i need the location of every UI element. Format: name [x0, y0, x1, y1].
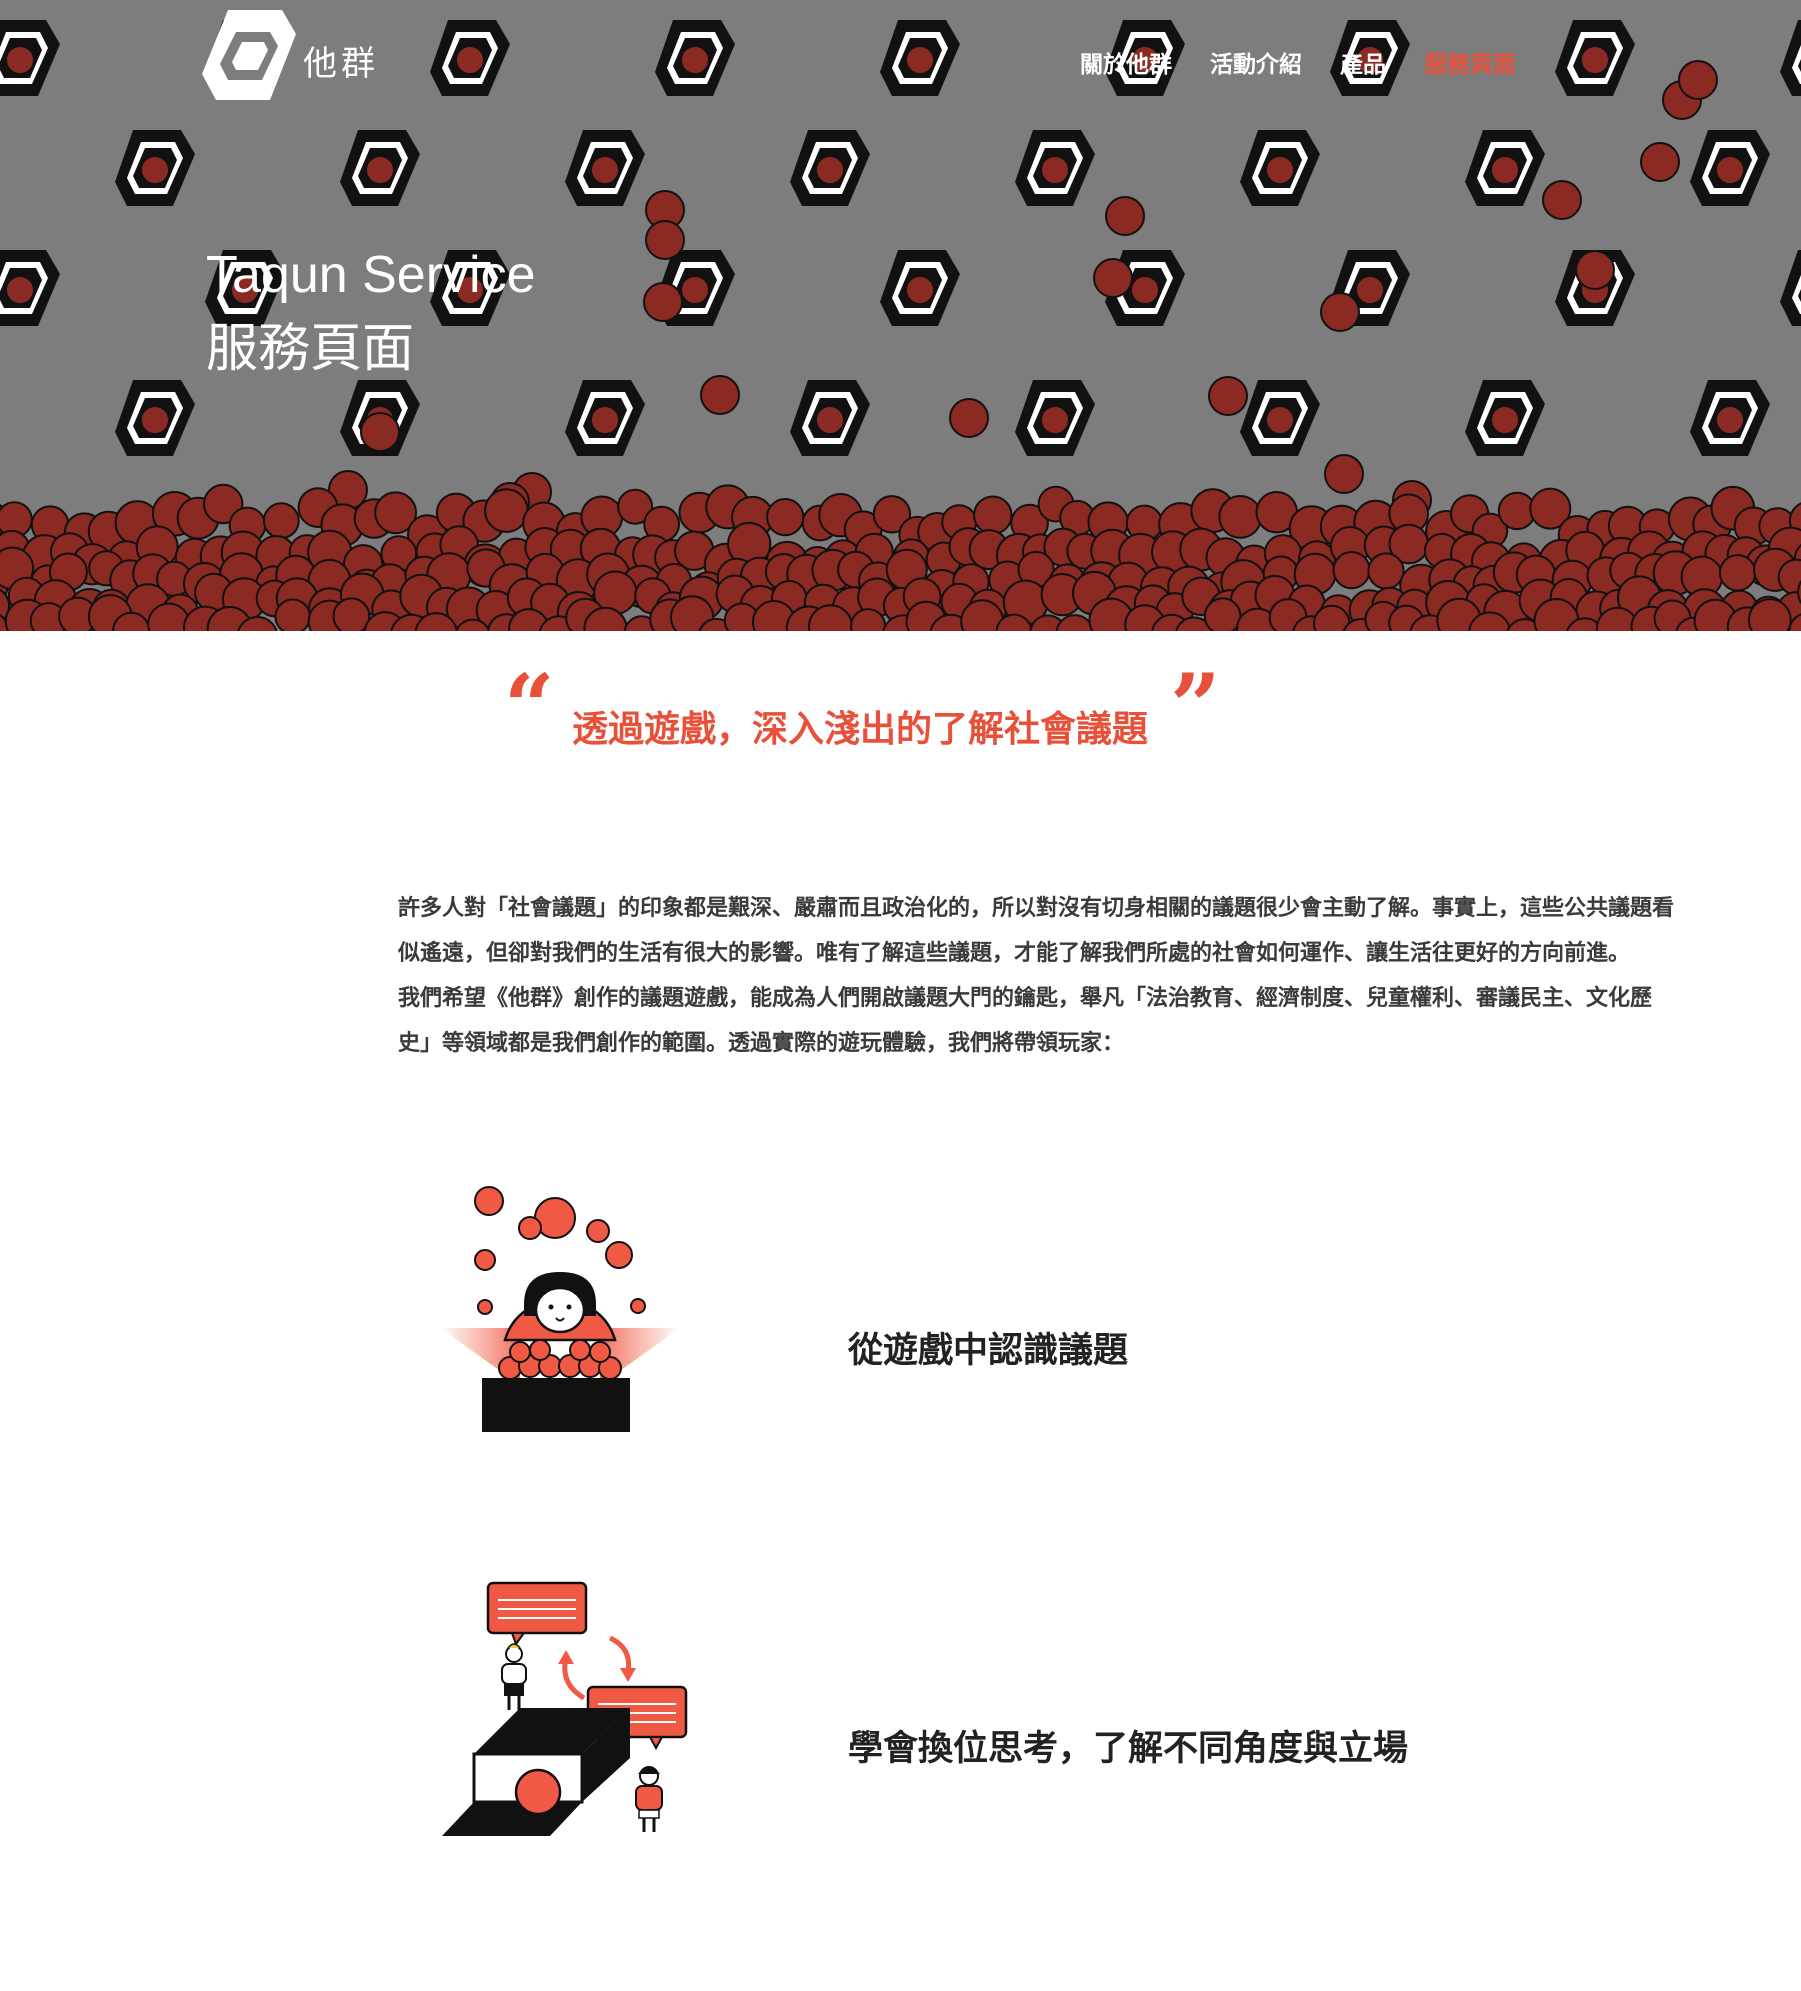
page-title-en: Taqun Service [206, 246, 536, 304]
intro-text: 許多人對「社會議題」的印象都是艱深、嚴肅而且政治化的，所以對沒有切身相關的議題很… [398, 886, 1678, 1066]
hero-banner: 他群 關於他群 活動介紹 產品 服務頁面 Taqun Service 服務頁面 [0, 0, 1801, 631]
logo-wordmark: 他群 [303, 44, 379, 84]
site-logo[interactable]: 他群 [200, 8, 400, 103]
intro-paragraph-2: 我們希望《他群》創作的議題遊戲，能成為人們開啟議題大門的鑰匙，舉凡「法治教育、經… [398, 986, 1653, 1056]
feature-title-2: 學會換位思考，了解不同角度與立場 [848, 1729, 1409, 1769]
nav-item-events[interactable]: 活動介紹 [1210, 45, 1302, 79]
nav-item-products[interactable]: 產品 [1340, 45, 1386, 79]
tagline-quote: “ 透過遊戲，深入淺出的了解社會議題 ” [500, 662, 1240, 760]
logo-hexagon-icon [202, 10, 296, 100]
perspective-swap-illustration-icon [442, 1581, 688, 1836]
nav-item-about[interactable]: 關於他群 [1080, 45, 1172, 79]
feature-item-1: 從遊戲中認識議題 [420, 1180, 1700, 1450]
feature-item-2: 學會換位思考，了解不同角度與立場 [420, 1580, 1700, 1860]
page-title-zh: 服務頁面 [206, 320, 415, 378]
close-quote-icon: ” [1170, 654, 1221, 758]
page-title: Taqun Service 服務頁面 [206, 238, 536, 386]
open-quote-icon: “ [504, 654, 555, 758]
nav-item-services[interactable]: 服務頁面 [1424, 45, 1516, 79]
tagline-text: 透過遊戲，深入淺出的了解社會議題 [572, 709, 1149, 750]
juggling-box-illustration-icon [440, 1186, 680, 1432]
main-nav: 關於他群 活動介紹 產品 服務頁面 [1080, 40, 1600, 84]
intro-paragraph-1: 許多人對「社會議題」的印象都是艱深、嚴肅而且政治化的，所以對沒有切身相關的議題很… [398, 896, 1675, 966]
feature-title-1: 從遊戲中認識議題 [848, 1331, 1129, 1371]
